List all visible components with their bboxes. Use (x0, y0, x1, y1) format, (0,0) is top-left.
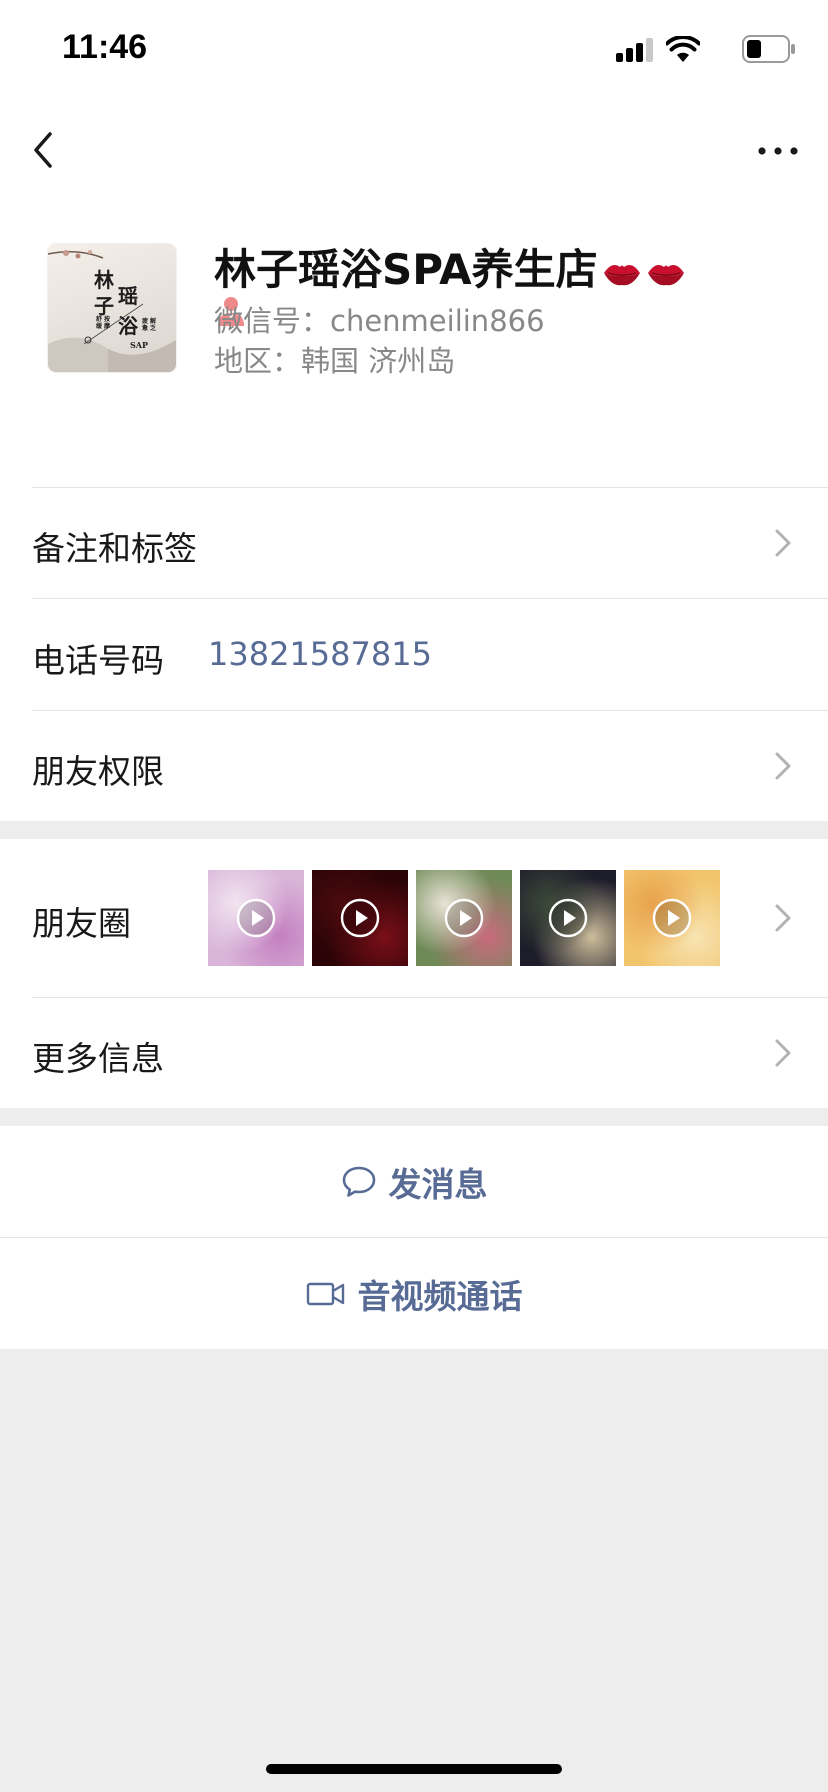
play-icon (340, 898, 380, 938)
section-gap (0, 821, 828, 839)
phone-label: 电话号码 (32, 641, 164, 680)
moment-thumb-1[interactable] (208, 870, 304, 966)
separator (32, 598, 828, 599)
wechat-id: 微信号：chenmeilin866 (214, 304, 545, 338)
video-camera-icon (306, 1282, 344, 1305)
moment-thumb-4[interactable] (520, 870, 616, 966)
signal-icon (616, 38, 654, 62)
separator (32, 487, 828, 488)
avatar-small-col-3: 疲惫 (142, 318, 149, 332)
avatar-small-col-1: 舒缓 (96, 316, 103, 330)
video-call-content: 音视频通话 (0, 1238, 828, 1349)
friend-permissions-label: 朋友权限 (32, 752, 164, 791)
phone-row: 电话号码 13821587815 (0, 598, 828, 710)
chevron-right-icon (775, 1039, 791, 1067)
separator (32, 710, 828, 711)
moments-label: 朋友圈 (32, 904, 131, 943)
more-dots-icon[interactable] (756, 136, 800, 166)
more-info-row[interactable]: 更多信息 (0, 997, 828, 1108)
status-time: 11:46 (62, 28, 148, 66)
chevron-left-icon[interactable] (26, 122, 66, 178)
section-gap (0, 1108, 828, 1126)
status-bar: 11:46 (0, 0, 828, 100)
avatar-char-4: 浴 (118, 314, 138, 338)
avatar-small-col-2: 按摩 (104, 316, 111, 330)
avatar-char-2: 子 (94, 294, 114, 318)
chevron-right-icon (775, 529, 791, 557)
profile-name-text: 林子瑶浴SPA养生店 (214, 245, 598, 294)
send-message-label: 发消息 (388, 1164, 488, 1204)
send-message-content: 发消息 (0, 1126, 828, 1237)
moment-thumb-2[interactable] (312, 870, 408, 966)
profile-name: 林子瑶浴SPA养生店 (214, 236, 686, 297)
play-icon (444, 898, 484, 938)
chevron-right-icon (775, 904, 791, 932)
home-indicator (266, 1764, 562, 1774)
avatar-sap-label: SAP (130, 340, 148, 350)
remarks-tags-label: 备注和标签 (32, 529, 197, 568)
nav-bar (0, 100, 828, 200)
play-icon (236, 898, 276, 938)
separator (32, 997, 828, 998)
region: 地区：韩国 济州岛 (214, 344, 456, 378)
chevron-right-icon (775, 752, 791, 780)
video-call-label: 音视频通话 (357, 1276, 523, 1316)
status-icons (596, 34, 796, 64)
wifi-icon (666, 36, 700, 62)
more-info-label: 更多信息 (32, 1039, 164, 1078)
profile-header: 林 子 瑶 浴 SAP 舒缓 按摩 疲惫 解乏 林子瑶浴SPA养生店 微信号：c… (0, 200, 828, 487)
play-icon (548, 898, 588, 938)
avatar[interactable]: 林 子 瑶 浴 SAP 舒缓 按摩 疲惫 解乏 (48, 244, 176, 372)
lips-icon (647, 264, 684, 285)
chat-bubble-icon (342, 1166, 375, 1197)
moments-row[interactable]: 朋友圈 (0, 839, 828, 997)
lips-icon (603, 264, 640, 285)
battery-icon (742, 35, 795, 63)
moment-thumb-3[interactable] (416, 870, 512, 966)
send-message-button[interactable]: 发消息 (0, 1126, 828, 1237)
moment-thumb-5[interactable] (624, 870, 720, 966)
video-call-button[interactable]: 音视频通话 (0, 1238, 828, 1349)
avatar-small-col-4: 解乏 (150, 318, 157, 332)
phone-number-link[interactable]: 13821587815 (208, 635, 432, 673)
friend-permissions-row[interactable]: 朋友权限 (0, 710, 828, 821)
remarks-tags-row[interactable]: 备注和标签 (0, 487, 828, 598)
play-icon (652, 898, 692, 938)
avatar-char-3: 瑶 (118, 284, 138, 308)
avatar-char-1: 林 (94, 268, 114, 292)
